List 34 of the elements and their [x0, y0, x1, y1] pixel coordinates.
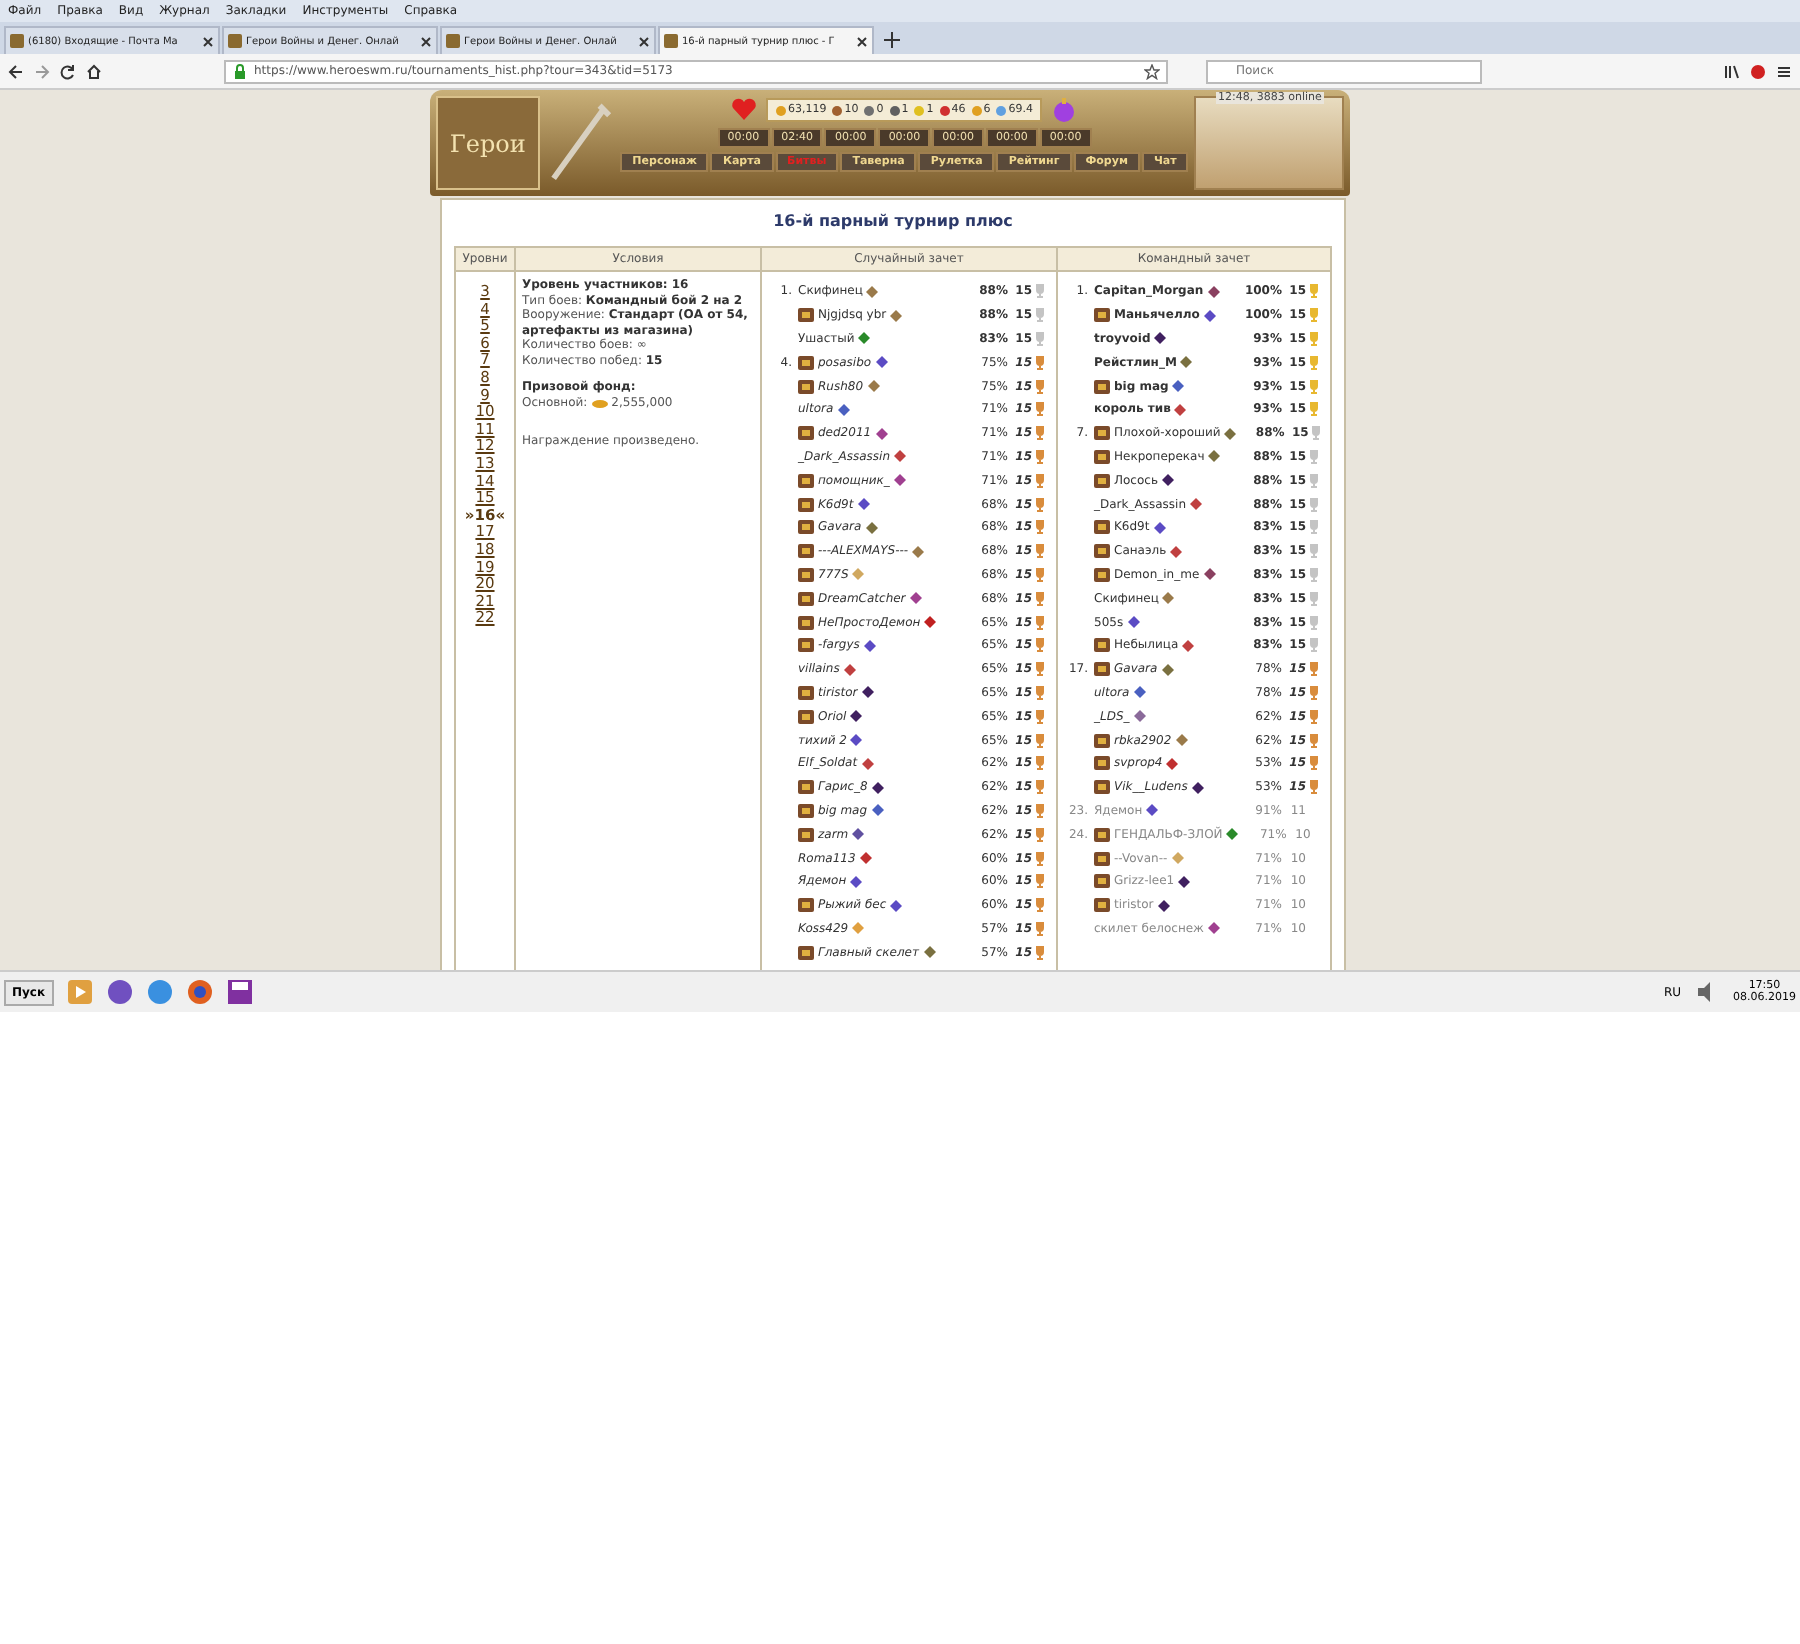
lock-icon [232, 63, 248, 79]
close-icon[interactable] [202, 35, 214, 47]
globe-icon[interactable] [145, 978, 174, 1006]
stop-icon[interactable] [1750, 63, 1766, 79]
game-logo[interactable]: Герои [436, 96, 540, 190]
menu-icon[interactable] [1776, 63, 1792, 79]
close-icon[interactable] [638, 35, 650, 47]
favicon-icon [10, 34, 24, 48]
back-icon[interactable] [8, 63, 24, 79]
coin-pile-icon [591, 397, 608, 408]
resource-icon [939, 105, 950, 115]
home-icon[interactable] [86, 63, 102, 79]
resource-icon [914, 105, 925, 115]
resource-icon [971, 105, 982, 115]
heart-icon [729, 96, 758, 124]
page-title: 16-й парный турнир плюс [771, 212, 1015, 230]
close-icon[interactable] [856, 35, 868, 47]
resource-icon [864, 105, 875, 115]
reload-icon[interactable] [60, 63, 76, 79]
favicon-icon [228, 34, 242, 48]
chat-bubble-icon[interactable] [105, 978, 134, 1006]
new-tab-icon[interactable] [884, 32, 900, 48]
favicon-icon [446, 34, 460, 48]
forward-icon[interactable] [34, 63, 50, 79]
favicon-icon [664, 34, 678, 48]
resource-icon [996, 105, 1007, 115]
close-icon[interactable] [420, 35, 432, 47]
resource-icon [775, 105, 786, 115]
resource-icon [832, 105, 843, 115]
potion-icon [1050, 96, 1079, 124]
fox-browser-icon[interactable] [185, 978, 214, 1006]
resource-icon [889, 105, 900, 115]
bookmark-star-icon[interactable] [1144, 63, 1160, 79]
library-icon[interactable] [1724, 63, 1740, 79]
